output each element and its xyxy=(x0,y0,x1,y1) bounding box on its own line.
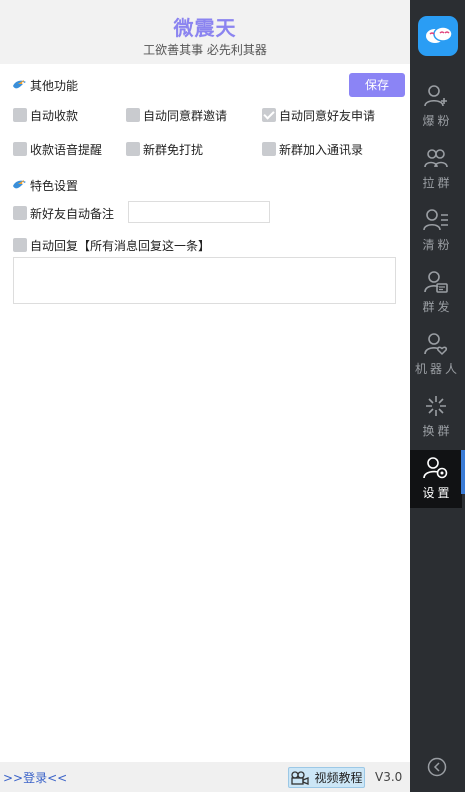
footer-bar: >>登录<< 视频教程 V3.0 xyxy=(0,762,410,792)
collapse-icon[interactable] xyxy=(427,757,447,777)
new-group-mute-label: 新群免打扰 xyxy=(143,142,204,157)
payment-voice-alert-checkbox[interactable] xyxy=(13,142,27,156)
main-panel: 微震天 工欲善其事 必先利其器 其他功能 保存 自动收款 自动同意群邀请 自动同… xyxy=(0,0,410,792)
nav-item-settings[interactable]: 设置 xyxy=(410,450,462,508)
payment-voice-alert-option[interactable]: 收款语音提醒 xyxy=(13,140,102,158)
auto-accept-friend-request-label: 自动同意好友申请 xyxy=(279,108,376,123)
nav-label-settings: 设置 xyxy=(422,486,453,500)
app-title: 微震天 xyxy=(173,16,237,40)
nav-label-robot: 机器人 xyxy=(414,362,460,376)
special-settings-heading: 特色设置 xyxy=(12,176,78,194)
bird-icon xyxy=(13,80,26,89)
nav-item-qing-fen[interactable]: 清粉 xyxy=(410,202,462,260)
new-group-mute-option[interactable]: 新群免打扰 xyxy=(126,140,203,158)
app-logo xyxy=(418,16,458,56)
header: 微震天 工欲善其事 必先利其器 xyxy=(0,0,410,64)
save-button[interactable]: 保存 xyxy=(349,73,405,97)
new-group-to-contacts-checkbox[interactable] xyxy=(262,142,276,156)
app-slogan: 工欲善其事 必先利其器 xyxy=(143,43,267,57)
new-group-to-contacts-label: 新群加入通讯录 xyxy=(279,142,364,157)
sparkle-icon xyxy=(426,396,446,416)
auto-reply-textarea[interactable] xyxy=(13,257,396,304)
new-group-mute-checkbox[interactable] xyxy=(126,142,140,156)
payment-voice-alert-label: 收款语音提醒 xyxy=(30,142,103,157)
auto-accept-group-invite-label: 自动同意群邀请 xyxy=(143,108,228,123)
nav-item-la-qun[interactable]: 拉群 xyxy=(410,140,462,198)
nav-item-robot[interactable]: 机器人 xyxy=(410,326,462,384)
new-friend-remark-input[interactable] xyxy=(128,201,270,223)
video-tutorial-label: 视频教程 xyxy=(314,771,363,785)
nav-item-bao-fen[interactable]: 爆粉 xyxy=(410,78,462,136)
auto-accept-friend-request-checkbox[interactable] xyxy=(262,108,276,122)
nav-item-qun-fa[interactable]: 群发 xyxy=(410,264,462,322)
login-link[interactable]: >>登录<< xyxy=(3,769,67,786)
new-friend-remark-option[interactable]: 新好友自动备注 xyxy=(13,204,114,222)
nav-item-huan-qun[interactable]: 换群 xyxy=(410,388,462,446)
user-message-icon xyxy=(424,271,448,293)
auto-collect-label: 自动收款 xyxy=(30,108,79,123)
user-add-icon xyxy=(424,85,447,107)
users-group-icon xyxy=(424,149,448,168)
user-heart-icon xyxy=(424,333,447,356)
bird-icon xyxy=(13,180,26,189)
nav-label-qing-fen: 清粉 xyxy=(422,238,453,252)
active-indicator xyxy=(461,450,465,494)
auto-collect-checkbox[interactable] xyxy=(13,108,27,122)
video-camera-icon xyxy=(291,770,310,785)
new-friend-remark-checkbox[interactable] xyxy=(13,206,27,220)
sidebar: 爆粉 拉群 清粉 群发 机器人 换群 设置 xyxy=(410,0,465,792)
video-tutorial-button[interactable]: 视频教程 xyxy=(288,767,365,788)
chat-bubbles-icon xyxy=(426,26,453,43)
version-label: V3.0 xyxy=(375,770,403,784)
auto-accept-group-invite-checkbox[interactable] xyxy=(126,108,140,122)
nav-label-la-qun: 拉群 xyxy=(422,176,453,190)
auto-accept-group-invite-option[interactable]: 自动同意群邀请 xyxy=(126,106,227,124)
new-group-to-contacts-option[interactable]: 新群加入通讯录 xyxy=(262,140,363,158)
auto-accept-friend-request-option[interactable]: 自动同意好友申请 xyxy=(262,106,375,124)
auto-reply-option[interactable]: 自动回复【所有消息回复这一条】 xyxy=(13,236,210,254)
new-friend-remark-label: 新好友自动备注 xyxy=(30,206,115,221)
auto-collect-option[interactable]: 自动收款 xyxy=(13,106,78,124)
other-functions-heading: 其他功能 xyxy=(12,76,78,94)
nav-label-huan-qun: 换群 xyxy=(422,424,453,438)
nav-label-qun-fa: 群发 xyxy=(422,300,453,314)
nav-label-bao-fen: 爆粉 xyxy=(422,114,453,128)
other-functions-title: 其他功能 xyxy=(30,78,79,93)
user-gear-icon xyxy=(423,457,448,479)
auto-reply-checkbox[interactable] xyxy=(13,238,27,252)
special-settings-title: 特色设置 xyxy=(30,178,79,193)
auto-reply-label: 自动回复【所有消息回复这一条】 xyxy=(30,238,211,253)
user-list-icon xyxy=(423,209,448,231)
